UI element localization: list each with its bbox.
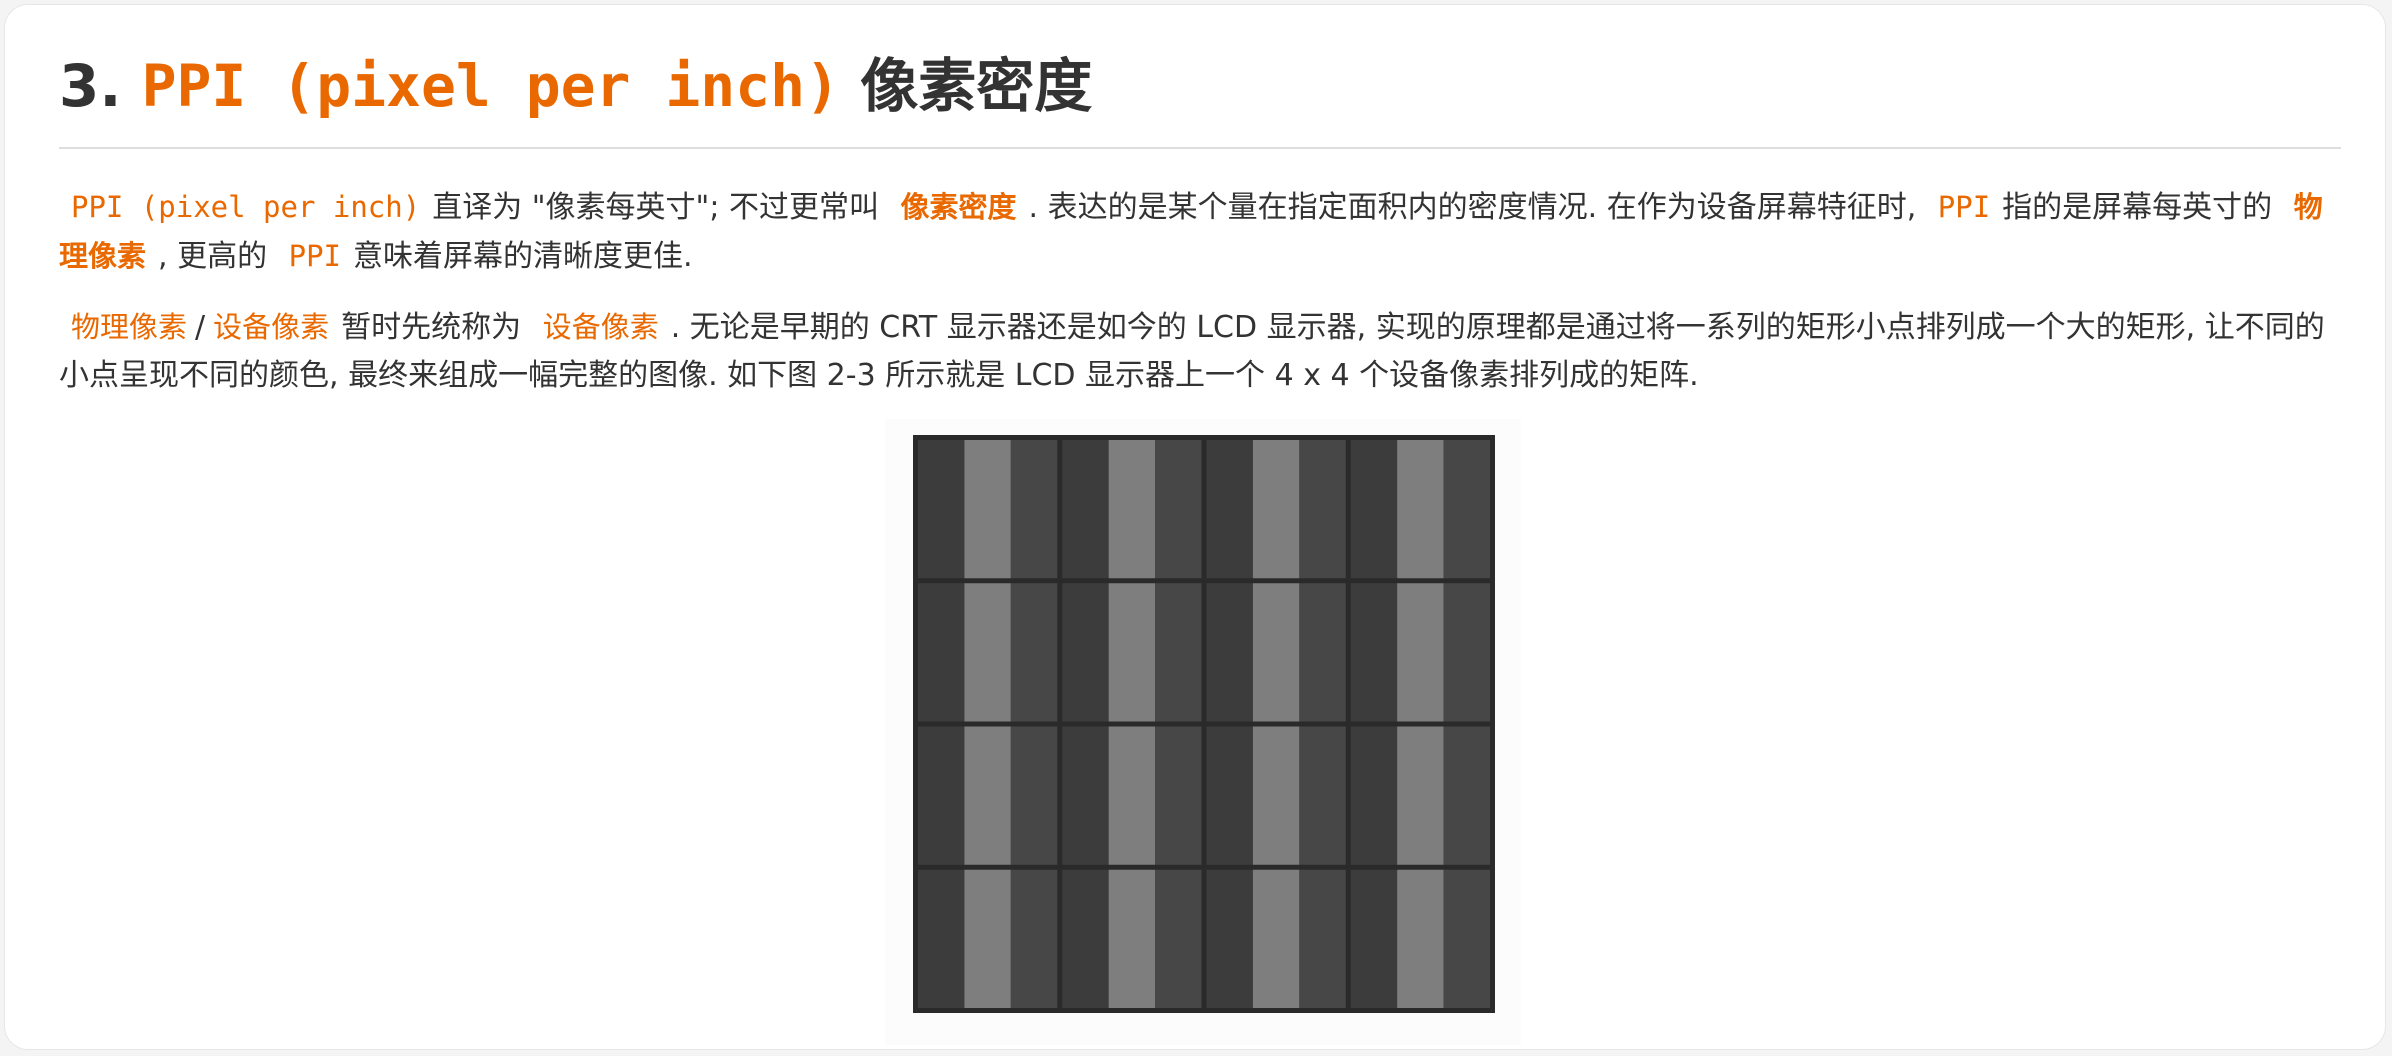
section-heading: 3. PPI (pixel per inch) 像素密度 (59, 43, 1092, 129)
subpixel-right (1155, 726, 1202, 865)
subpixel-middle (1108, 869, 1156, 1008)
subpixel-middle (1252, 869, 1300, 1008)
subpixel-left (1206, 726, 1253, 865)
subpixel-middle (1252, 440, 1300, 579)
subpixel-right (1299, 726, 1346, 865)
content-card: 3. PPI (pixel per inch) 像素密度 PPI (pixel … (4, 4, 2386, 1050)
text-segment: . 表达的是某个量在指定面积内的密度情况. 在作为设备屏幕特征时, (1028, 190, 1917, 225)
heading-code-ppi: PPI (pixel per inch) (141, 52, 840, 120)
subpixel-right (1155, 583, 1202, 722)
subpixel-left (1350, 583, 1398, 722)
subpixel-right (1010, 869, 1058, 1008)
subpixel-right (1443, 440, 1490, 579)
subpixel-left (1062, 583, 1109, 722)
subpixel-middle (1108, 440, 1156, 579)
slash-separator: / (195, 310, 206, 345)
inline-code-ppi-full: PPI (pixel per inch) (71, 190, 421, 224)
inline-code-ppi: PPI (1937, 190, 1991, 224)
subpixel-left (1206, 583, 1253, 722)
strong-pixel-density: 像素密度 (900, 190, 1017, 224)
heading-title-text: 像素密度 (860, 52, 1093, 120)
subpixel-middle (1108, 583, 1156, 722)
subpixel-left (1350, 869, 1398, 1008)
subpixel-right (1299, 583, 1346, 722)
inline-code-ppi: PPI (288, 239, 342, 273)
subpixel-left (1062, 440, 1109, 579)
subpixel-middle (1397, 440, 1444, 579)
subpixel-left (1206, 869, 1253, 1008)
heading-divider (59, 147, 2341, 149)
term-device-pixel: 设备像素 (213, 310, 330, 344)
subpixel-left (918, 440, 965, 579)
paragraph-device-pixel: 物理像素 / 设备像素 暂时先统称为 设备像素. 无论是早期的 CRT 显示器还是如今… (59, 303, 2343, 400)
lcd-pixel-matrix-figure (885, 419, 1521, 1045)
section-number: 3. (59, 52, 122, 120)
subpixel-right (1443, 583, 1490, 722)
text-segment: 指的是屏幕每英寸的 (2002, 190, 2273, 225)
subpixel-left (1350, 726, 1398, 865)
subpixel-left (1350, 440, 1398, 579)
subpixel-middle (1397, 726, 1444, 865)
subpixel-left (918, 726, 965, 865)
text-segment: 暂时先统称为 (341, 310, 522, 345)
subpixel-left (1206, 440, 1253, 579)
subpixel-left (918, 869, 965, 1008)
subpixel-right (1443, 869, 1490, 1008)
text-segment: 意味着屏幕的清晰度更佳. (353, 239, 693, 274)
subpixel-right (1010, 583, 1058, 722)
subpixel-right (1299, 869, 1346, 1008)
subpixel-middle (1397, 583, 1444, 722)
subpixel-middle (1397, 869, 1444, 1008)
subpixel-right (1443, 726, 1490, 865)
subpixel-middle (964, 583, 1011, 722)
subpixel-middle (1252, 583, 1300, 722)
text-segment: 直译为 "像素每英寸"; 不过更常叫 (432, 190, 879, 225)
term-device-pixel-2: 设备像素 (542, 310, 659, 344)
paragraph-ppi-definition: PPI (pixel per inch) 直译为 "像素每英寸"; 不过更常叫 像… (59, 183, 2343, 281)
term-physical-pixel: 物理像素 (71, 310, 188, 344)
subpixel-right (1010, 440, 1058, 579)
subpixel-middle (1108, 726, 1156, 865)
text-segment: , 更高的 (158, 239, 268, 274)
subpixel-middle (1252, 726, 1300, 865)
subpixel-right (1155, 440, 1202, 579)
subpixel-middle (964, 869, 1011, 1008)
pixel-matrix-image (913, 435, 1495, 1013)
subpixel-middle (964, 440, 1011, 579)
subpixel-right (1010, 726, 1058, 865)
subpixel-middle (964, 726, 1011, 865)
subpixel-right (1155, 869, 1202, 1008)
subpixel-left (918, 583, 965, 722)
subpixel-right (1299, 440, 1346, 579)
subpixel-left (1062, 726, 1109, 865)
subpixel-left (1062, 869, 1109, 1008)
